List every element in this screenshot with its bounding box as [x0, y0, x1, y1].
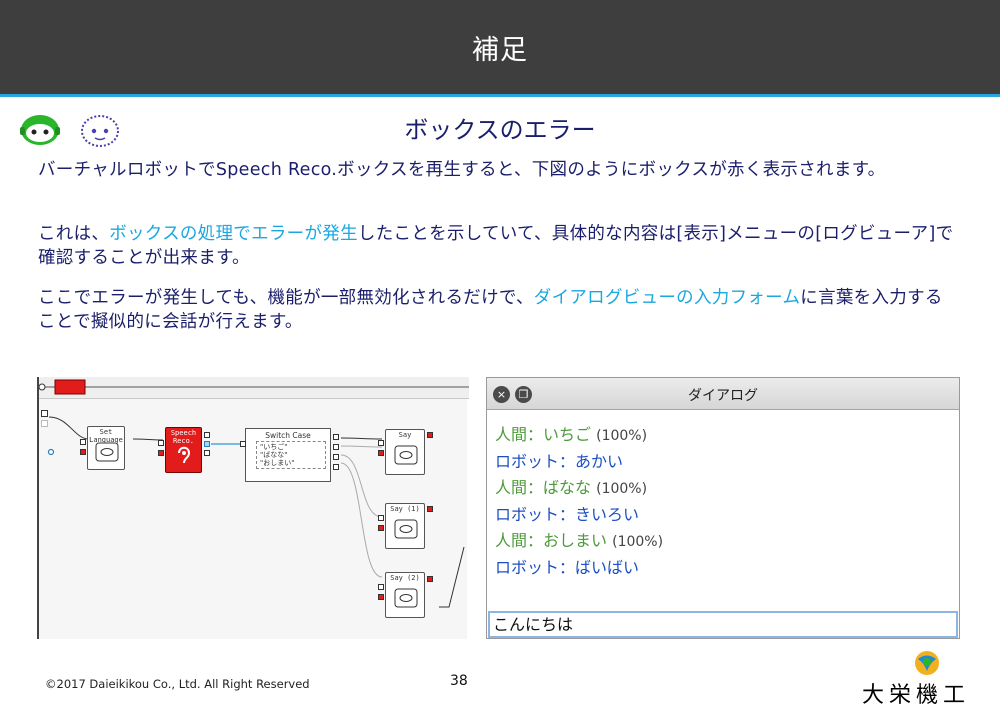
- switch-case-rows: "いちご" "ばなな" "おしまい": [256, 441, 326, 469]
- dialog-title: ダイアログ: [688, 388, 758, 404]
- output-port[interactable]: [204, 441, 210, 447]
- speech-reco-box[interactable]: Speech Reco.: [165, 427, 202, 473]
- ear-icon: [178, 446, 191, 464]
- chat-line-robot: ロボット：あかい: [495, 451, 624, 471]
- paragraph-text: ここでエラーが発生しても、機能が一部無効化されるだけで、: [38, 288, 534, 308]
- chat-line-robot: ロボット：ばいばい: [495, 557, 640, 577]
- output-port[interactable]: [427, 576, 433, 582]
- paragraph-dialog-hint: ここでエラーが発生しても、機能が一部無効化されるだけで、ダイアログビューの入力フ…: [38, 286, 958, 334]
- switch-case-title: Switch Case: [265, 431, 311, 440]
- chat-line-human: 人間：いちご (100%): [495, 425, 648, 444]
- input-port[interactable]: [41, 410, 48, 417]
- switch-row: "ばなな": [260, 451, 288, 459]
- switch-row: "おしまい": [260, 459, 295, 467]
- output-port[interactable]: [204, 432, 210, 438]
- output-port[interactable]: [427, 432, 433, 438]
- company-name: 大栄機工: [862, 683, 971, 707]
- speaker-icon: [95, 442, 119, 462]
- dialog-window: × ❐ ダイアログ 人間：いちご (100%) ロボット：あかい 人間：ばなな …: [486, 377, 960, 639]
- page-number: 38: [450, 673, 468, 689]
- speaker-icon: [394, 519, 418, 539]
- dialog-input-field[interactable]: こんにちは: [488, 611, 958, 638]
- input-port[interactable]: [378, 525, 384, 531]
- input-port[interactable]: [80, 439, 86, 445]
- set-language-box[interactable]: Set Language: [87, 426, 125, 470]
- output-port[interactable]: [204, 450, 210, 456]
- say-2-box[interactable]: Say (2): [385, 572, 425, 618]
- header-bar: 補足: [0, 0, 1000, 97]
- switch-row: "いちご": [260, 443, 288, 451]
- chat-line-robot: ロボット：きいろい: [495, 504, 640, 524]
- input-port[interactable]: [41, 420, 48, 427]
- output-port[interactable]: [427, 506, 433, 512]
- output-port[interactable]: [333, 434, 339, 440]
- input-port[interactable]: [378, 515, 384, 521]
- paragraph-error-explanation: これは、ボックスの処理でエラーが発生したことを示していて、具体的な内容は[表示]…: [38, 222, 958, 270]
- box-label: Say (2): [390, 574, 420, 582]
- section-subtitle: ボックスのエラー: [404, 116, 596, 144]
- company-logo-icon: [915, 651, 939, 675]
- paragraph-text: これは、: [38, 224, 110, 244]
- input-port[interactable]: [378, 440, 384, 446]
- input-port[interactable]: [240, 441, 246, 447]
- switch-case-box[interactable]: Switch Case "いちご" "ばなな" "おしまい": [245, 428, 331, 482]
- input-port[interactable]: [158, 450, 164, 456]
- highlight-text: ダイアログビューの入力フォーム: [533, 288, 801, 308]
- page-title: 補足: [472, 35, 528, 66]
- box-label: Say (1): [390, 505, 420, 513]
- speaker-icon: [394, 445, 418, 465]
- chat-line-human: 人間：ばなな (100%): [495, 478, 648, 497]
- input-port[interactable]: [378, 594, 384, 600]
- highlight-text: ボックスの処理でエラーが発生: [109, 224, 358, 244]
- input-port[interactable]: [80, 449, 86, 455]
- box-label: Say: [398, 431, 412, 439]
- input-port[interactable]: [378, 584, 384, 590]
- input-port[interactable]: [378, 450, 384, 456]
- output-port[interactable]: [333, 454, 339, 460]
- speaker-icon: [394, 588, 418, 608]
- chat-line-human: 人間：おしまい (100%): [495, 531, 664, 550]
- behavior-top-box[interactable]: [54, 379, 86, 395]
- copyright-text: ©2017 Daieikikou Co., Ltd. All Right Res…: [45, 677, 310, 691]
- chat-log: 人間：いちご (100%) ロボット：あかい 人間：ばなな (100%) ロボッ…: [495, 422, 945, 581]
- dialog-titlebar: × ❐ ダイアログ: [487, 378, 959, 410]
- output-port[interactable]: [333, 444, 339, 450]
- input-port[interactable]: [158, 440, 164, 446]
- paragraph-intro: バーチャルロボットでSpeech Reco.ボックスを再生すると、下図のようにボ…: [38, 160, 886, 180]
- say-box[interactable]: Say: [385, 429, 425, 475]
- output-port[interactable]: [333, 464, 339, 470]
- say-1-box[interactable]: Say (1): [385, 503, 425, 549]
